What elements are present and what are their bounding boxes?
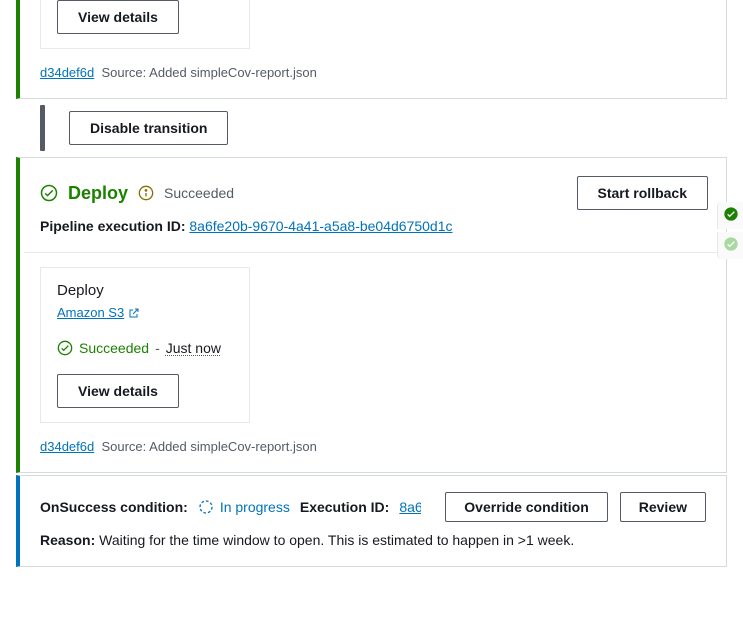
action-card: View details [40,0,250,49]
override-condition-button[interactable]: Override condition [445,492,607,522]
success-icon [40,184,58,202]
external-link-icon [128,307,140,319]
previous-stage: View details d34def6d Source: Added simp… [16,0,727,99]
deploy-action-card: Deploy Amazon S3 Succeeded - Just now Vi… [40,267,250,423]
action-status: Succeeded [79,340,149,356]
in-progress-icon [198,499,214,515]
reason-text: Waiting for the time window to open. Thi… [99,532,574,548]
execution-id-label: Execution ID: [300,499,389,515]
commit-row: d34def6d Source: Added simpleCov-report.… [40,49,706,80]
provider-link[interactable]: Amazon S3 [57,305,124,320]
stage-name: Deploy [68,183,128,204]
pipeline-execution-label: Pipeline execution ID: [40,218,185,234]
execution-id-link[interactable]: 8a6 [399,499,421,515]
deploy-stage: Deploy Succeeded Start rollback Pipeline… [16,157,727,473]
pipeline-execution-row: Pipeline execution ID: 8a6fe20b-9670-4a4… [20,218,726,252]
commit-message: Source: Added simpleCov-report.json [101,439,316,454]
review-button[interactable]: Review [620,492,706,522]
condition-status: In progress [198,499,290,515]
dash: - [155,340,160,356]
check-circle-icon [723,236,739,252]
commit-link[interactable]: d34def6d [40,439,94,454]
pipeline-execution-link[interactable]: 8a6fe20b-9670-4a41-a5a8-be04d6750d1c [189,218,452,234]
commit-message: Source: Added simpleCov-report.json [101,65,316,80]
stage-status: Succeeded [164,185,234,201]
condition-status-text: In progress [220,499,290,515]
transition: Disable transition [40,105,743,151]
divider [24,252,722,253]
success-icon [57,340,73,356]
commit-link[interactable]: d34def6d [40,65,94,80]
onsuccess-condition-panel: OnSuccess condition: In progress Executi… [16,475,727,567]
condition-label: OnSuccess condition: [40,499,188,515]
condition-reason: Reason: Waiting for the time window to o… [40,532,706,548]
view-details-button[interactable]: View details [57,374,179,408]
status-indicator-faded[interactable] [717,232,743,259]
status-indicator-success[interactable] [717,202,743,229]
start-rollback-button[interactable]: Start rollback [577,176,708,210]
disable-transition-button[interactable]: Disable transition [69,111,228,145]
action-time: Just now [166,340,221,356]
info-icon[interactable] [138,185,154,201]
commit-row: d34def6d Source: Added simpleCov-report.… [40,423,706,454]
transition-bar-icon [40,105,45,151]
action-title: Deploy [57,282,233,299]
check-circle-icon [723,206,739,222]
view-details-button[interactable]: View details [57,0,179,34]
reason-label: Reason: [40,532,95,548]
